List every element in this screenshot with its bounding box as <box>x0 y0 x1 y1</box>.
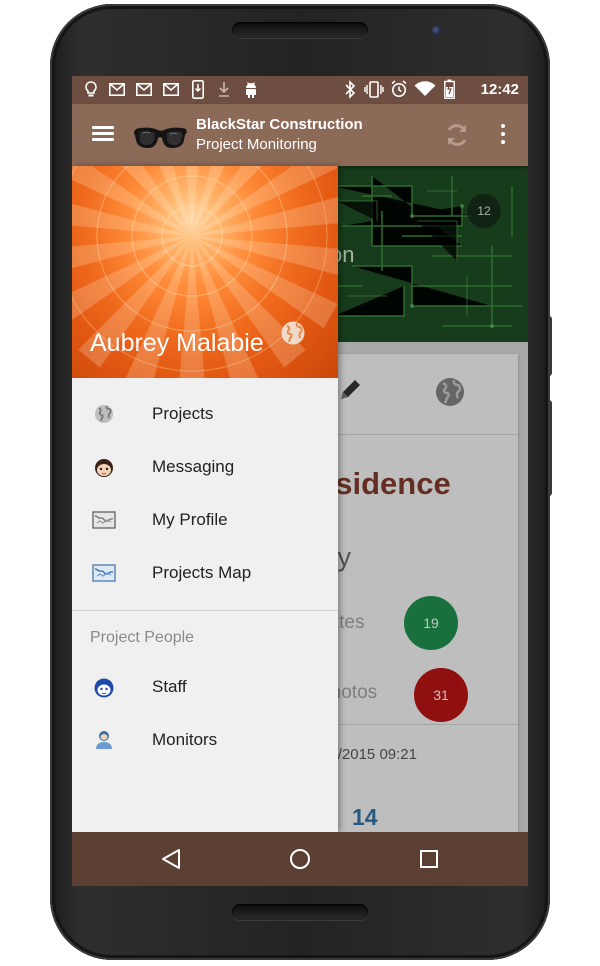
globe-icon[interactable] <box>280 320 306 346</box>
drawer-menu: Projects Messaging My Profile Projects M… <box>72 378 338 767</box>
alarm-icon <box>391 80 407 97</box>
screen: 12:42 BlackStar Construction Project Mon… <box>72 76 528 886</box>
system-nav-bar <box>72 832 528 886</box>
sunglasses-icon <box>134 127 187 148</box>
hamburger-menu-icon[interactable] <box>92 126 114 142</box>
battery-icon <box>444 79 455 99</box>
back-icon[interactable] <box>160 847 182 871</box>
lightbulb-icon <box>85 81 97 97</box>
gmail-icon <box>136 83 152 96</box>
face-icon <box>95 459 113 477</box>
drawer-item-monitors[interactable]: Monitors <box>72 714 338 767</box>
staff-face-icon <box>94 678 114 698</box>
drawer-item-my-profile[interactable]: My Profile <box>72 494 338 547</box>
recents-icon[interactable] <box>418 848 440 870</box>
globe-icon <box>95 405 113 423</box>
home-icon[interactable] <box>289 848 311 870</box>
front-camera <box>432 26 441 35</box>
vibrate-icon <box>364 81 384 98</box>
drawer-item-projects-map[interactable]: Projects Map <box>72 547 338 600</box>
wifi-icon <box>414 81 436 96</box>
drawer-item-projects[interactable]: Projects <box>72 388 338 441</box>
sync-icon[interactable] <box>444 122 470 148</box>
drawer-item-label: Staff <box>152 677 187 696</box>
drawer-item-messaging[interactable]: Messaging <box>72 441 338 494</box>
section-title: Project People <box>90 629 195 646</box>
volume-button <box>548 400 552 496</box>
top-speaker <box>232 22 368 38</box>
app-subtitle: Project Monitoring <box>196 136 317 153</box>
drawer-item-label: Projects Map <box>152 563 252 582</box>
phone-download-icon <box>192 80 204 99</box>
drawer-section-header: Project People <box>72 611 338 661</box>
drawer-item-label: Monitors <box>152 730 218 749</box>
app-title: BlackStar Construction <box>196 116 363 133</box>
bottom-speaker <box>232 904 368 920</box>
gmail-icon <box>109 83 125 96</box>
drawer-item-label: Messaging <box>152 457 235 476</box>
drawer-item-label: My Profile <box>152 510 228 529</box>
status-time: 12:42 <box>480 81 519 98</box>
drawer-item-staff[interactable]: Staff <box>72 661 338 714</box>
navigation-drawer: Aubrey Malabie Projects Messaging My Pro… <box>72 166 338 832</box>
user-name: Aubrey Malabie <box>90 329 264 357</box>
drawer-item-label: Projects <box>152 404 214 423</box>
app-bar: BlackStar Construction Project Monitorin… <box>72 104 528 166</box>
status-bar: 12:42 <box>72 76 528 104</box>
power-button <box>548 316 552 376</box>
bluetooth-icon <box>345 80 356 99</box>
overflow-menu-icon[interactable] <box>500 124 506 146</box>
drawer-header: Aubrey Malabie <box>72 166 338 378</box>
download-icon <box>219 82 229 97</box>
gmail-icon <box>163 83 179 96</box>
android-icon <box>246 82 256 98</box>
monitor-person-icon <box>96 731 112 749</box>
map-icon <box>92 511 116 529</box>
map-icon <box>92 564 116 582</box>
